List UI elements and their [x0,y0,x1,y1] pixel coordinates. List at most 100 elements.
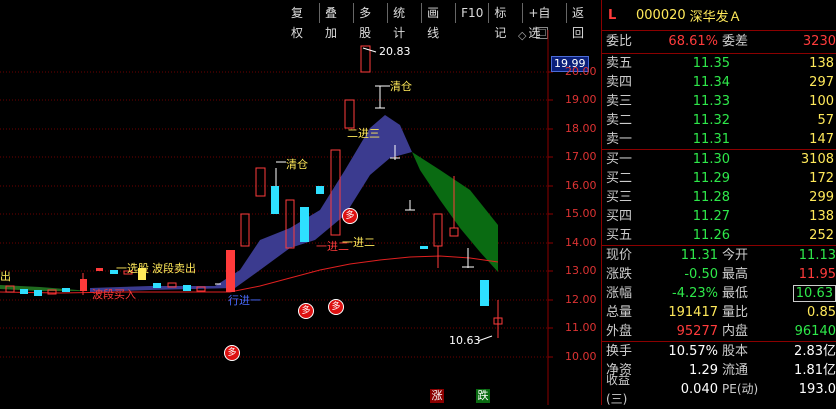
y-tick-label: 12.00 [565,293,597,306]
signal-qingcang-label: 清仓 [286,158,308,171]
kline-svg [0,30,553,405]
buy-level-row[interactable]: 买四 11.27 138 [602,207,836,226]
buy-level-price: 11.30 [692,152,730,167]
stat-label: 流通 [722,363,749,378]
stat-label: 外盘 [606,324,633,339]
sell-level-row[interactable]: 卖一 11.31 147 [602,130,836,149]
toolbar-mark-button[interactable]: 标记 [489,3,524,40]
max-price-label: 20.83 [379,45,411,58]
toolbar-overlay-button[interactable]: 叠加 [320,3,355,40]
stat-row: 涨幅 -4.23% 最低 10.63 [602,284,836,303]
buy-level-label: 买二 [606,171,633,186]
y-tick-label: 15.00 [565,207,597,220]
stock-header: L 000020 深华发Ａ [602,0,836,31]
toolbar-multi-stock-button[interactable]: 多股 [354,3,389,40]
stat-value: 0.85 [807,305,836,320]
stock-name: 深华发Ａ [689,9,742,25]
toolbar-f10-button[interactable]: F10 [456,3,490,23]
weicha-value: 3230 [802,34,836,49]
signal-qingcang-label: 清仓 [390,80,412,93]
stat-label: 最高 [722,267,749,282]
y-tick-label: 19.00 [565,93,597,106]
stat-value: 0.040 [680,382,718,397]
y-tick-label: 13.00 [565,264,597,277]
stat-row: 现价 11.31 今开 11.13 [602,246,836,265]
stat-value: 1.29 [689,363,718,378]
sell-book: 卖五 11.35 138 卖四 11.34 297 卖三 11.33 100 卖二 11.32… [602,54,836,150]
buy-level-label: 买五 [606,228,633,243]
weicha-label: 委差 [722,34,749,49]
signal-jinyer-label: 一进二 [316,240,349,253]
buy-level-volume: 138 [809,209,834,224]
bear-band [412,152,498,272]
toolbar-add-watchlist-button[interactable]: +自选 [523,3,568,40]
sell-level-row[interactable]: 卖三 11.33 100 [602,92,836,111]
sell-level-price: 11.35 [692,56,730,71]
buy-level-price: 11.26 [692,228,730,243]
sell-level-price: 11.31 [692,132,730,147]
stat-value: 10.63 [792,285,836,302]
stat-row: 涨跌 -0.50 最高 11.95 [602,265,836,284]
stat-row: 总量 191417 量比 0.85 [602,303,836,322]
min-price-label: 10.63 [449,334,481,347]
sell-level-label: 卖四 [606,75,633,90]
toolbar-draw-line-button[interactable]: 画线 [422,3,457,40]
stat-row: 收益(三) 0.040 PE(动) 193.0 [602,373,836,406]
buy-level-price: 11.28 [692,190,730,205]
buy-level-row[interactable]: 买五 11.26 252 [602,226,836,245]
sell-level-row[interactable]: 卖五 11.35 138 [602,54,836,73]
rise-tag: 涨 [430,389,444,403]
signal-chu-label: 出 [0,270,11,283]
sell-level-label: 卖一 [606,132,633,147]
buy-level-label: 买一 [606,152,633,167]
stat-label: 股本 [722,344,749,359]
buy-level-volume: 3108 [800,152,834,167]
sell-level-row[interactable]: 卖四 11.34 297 [602,73,836,92]
stat-label: 最低 [722,286,749,301]
sell-level-row[interactable]: 卖二 11.32 57 [602,111,836,130]
stat-label: 内盘 [722,324,749,339]
fundamental-stats: 换手 10.57% 股本 2.83亿 净资 1.29 流通 1.81亿 收益(三) 0.040… [602,342,836,406]
buy-level-volume: 252 [809,228,834,243]
y-tick-label: 16.00 [565,179,597,192]
buy-level-volume: 299 [809,190,834,205]
stat-label: 今开 [722,248,749,263]
stat-value: 10.57% [668,344,718,359]
buy-book: 买一 11.30 3108 买二 11.29 172 买三 11.28 299 买四 11.2… [602,150,836,246]
sell-level-volume: 297 [809,75,834,90]
stat-row: 换手 10.57% 股本 2.83亿 [602,342,836,361]
sell-level-price: 11.33 [692,94,730,109]
buy-level-label: 买三 [606,190,633,205]
stat-value: 1.81亿 [794,363,836,378]
stat-label: 涨跌 [606,267,633,282]
toolbar-back-button[interactable]: 返回 [567,3,600,40]
buy-level-label: 买四 [606,209,633,224]
stat-value: 2.83亿 [794,344,836,359]
buy-badge-icon: 多 [224,345,240,361]
signal-boduan-buy-label: 波段买入 [92,288,136,301]
y-tick-label: 14.00 [565,236,597,249]
buy-level-row[interactable]: 买二 11.29 172 [602,169,836,188]
signal-xuangu-label: 一选股 [116,262,149,275]
weibi-value: 68.61% [668,34,718,49]
signal-erjinsan-label: 二进三 [347,127,380,140]
sell-level-volume: 57 [817,113,834,128]
buy-level-row[interactable]: 买三 11.28 299 [602,188,836,207]
stat-label: 换手 [606,344,633,359]
stat-value: -0.50 [684,267,718,282]
toolbar-stats-button[interactable]: 统计 [388,3,423,40]
stat-row: 外盘 95277 内盘 96140 [602,322,836,341]
kline-chart-area[interactable]: 复权 叠加 多股 统计 画线 F10 标记 +自选 返回 ◇ □ 19.99 2… [0,0,600,405]
y-tick-label: 11.00 [565,321,597,334]
stock-marker: L [608,7,617,23]
fall-tag: 跌 [476,389,490,403]
signal-boduan-sell-label: 波段卖出 [152,262,196,275]
sell-level-label: 卖五 [606,56,633,71]
y-tick-label: 10.00 [565,350,597,363]
stat-value: 11.31 [680,248,718,263]
stat-label: 量比 [722,305,749,320]
buy-level-row[interactable]: 买一 11.30 3108 [602,150,836,169]
chart-toolbar: 复权 叠加 多股 统计 画线 F10 标记 +自选 返回 [286,3,600,40]
toolbar-fuquan-button[interactable]: 复权 [286,3,321,40]
buy-badge-icon: 多 [342,208,358,224]
